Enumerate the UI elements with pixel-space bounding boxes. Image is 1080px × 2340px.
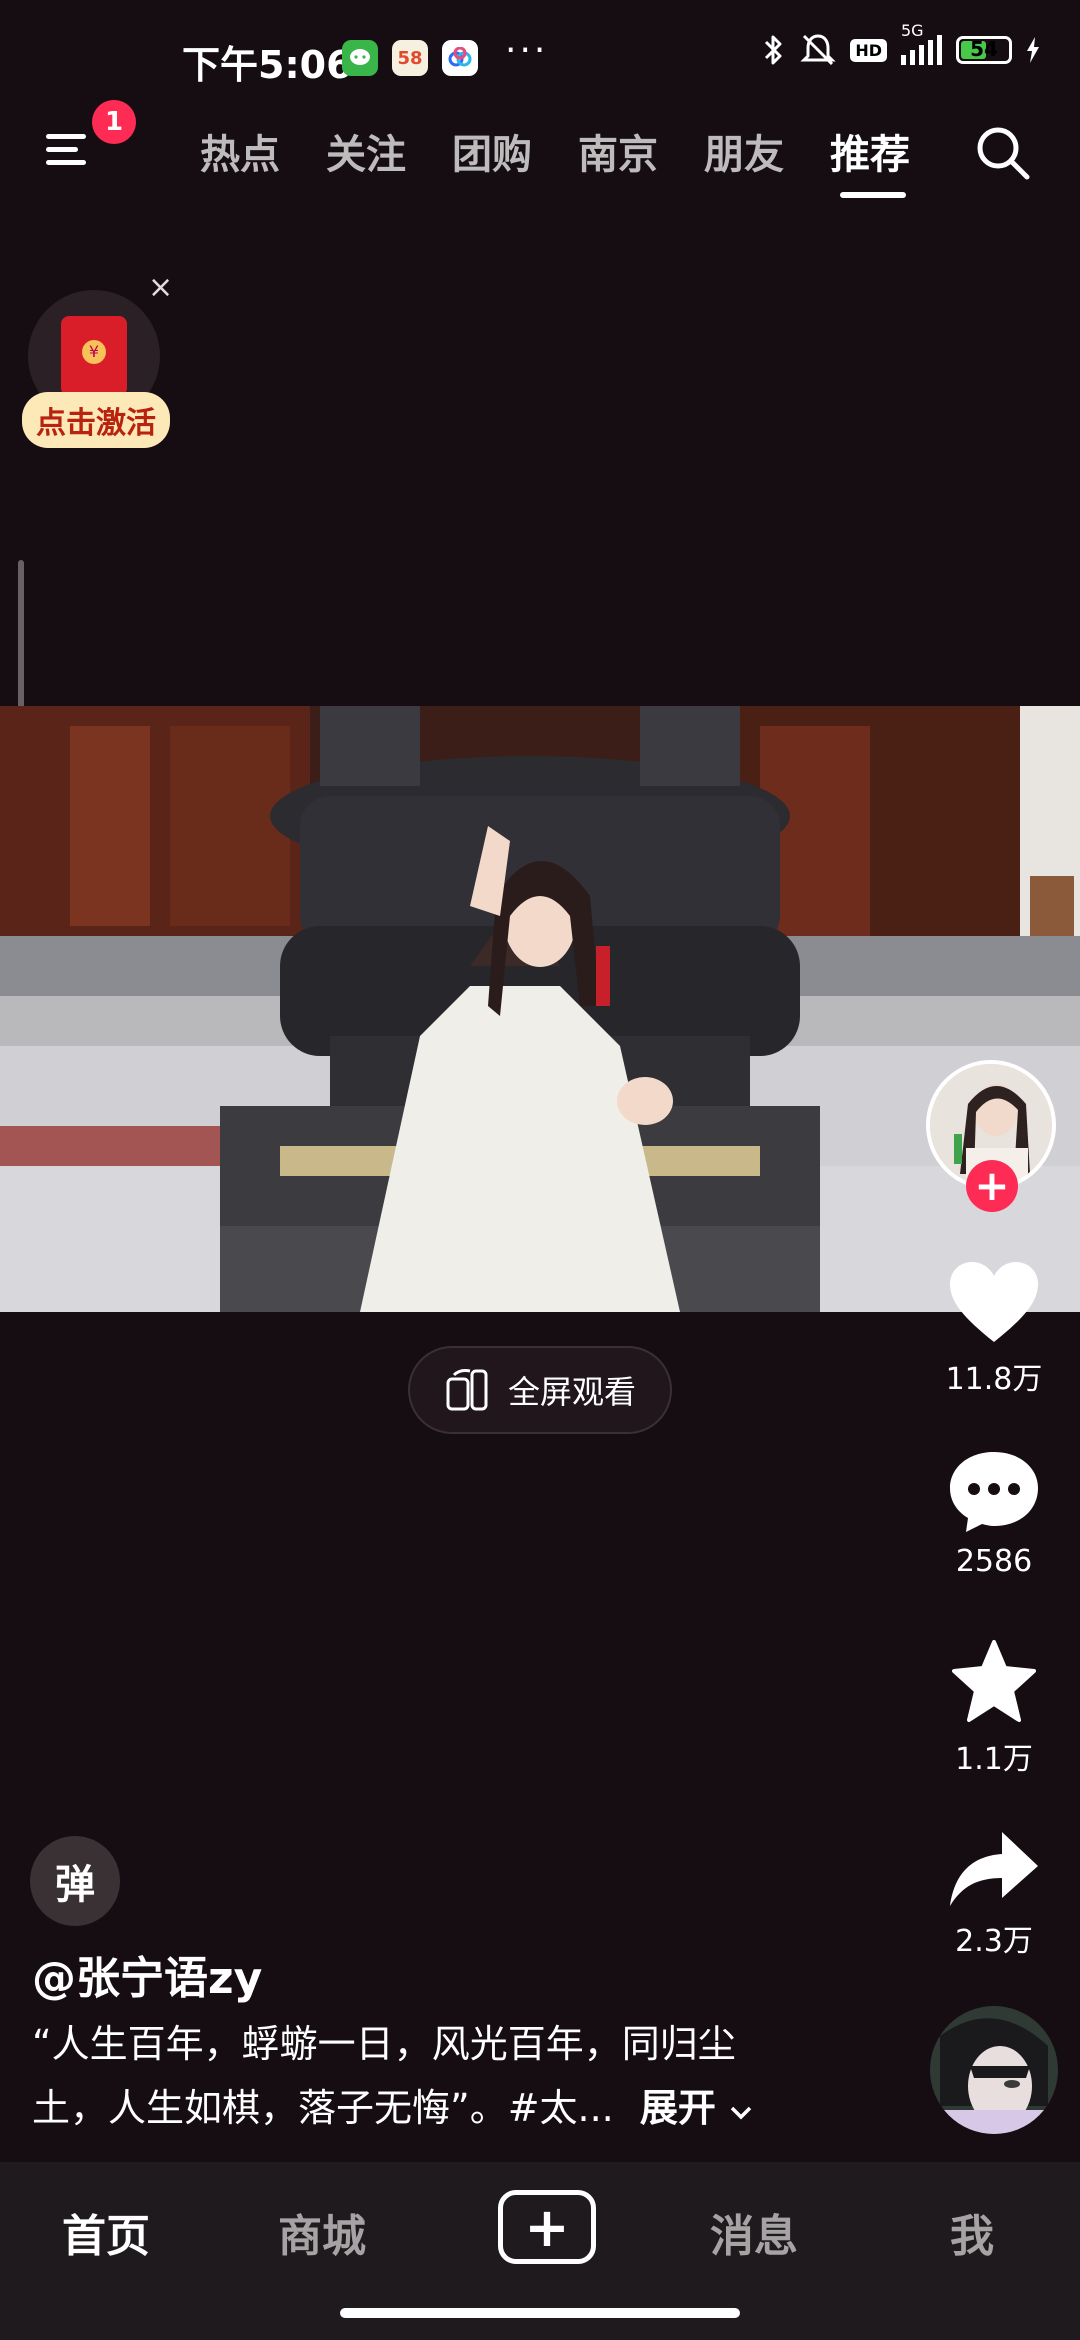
search-icon[interactable]	[972, 122, 1034, 184]
wechat-notification-icon	[342, 40, 378, 76]
hd-voice-badge: HD	[850, 38, 887, 62]
status-bar: 下午5:06 58 ··· HD 5G 54	[0, 0, 1080, 110]
menu-icon[interactable]	[44, 128, 94, 172]
comment-count: 2586	[955, 1544, 1033, 1579]
danmaku-toggle-button[interactable]: 弹	[30, 1836, 120, 1926]
tab-hot[interactable]: 热点	[200, 122, 280, 180]
expand-button[interactable]: 展开	[640, 2086, 753, 2130]
bottom-tab-me[interactable]: 我	[950, 2200, 994, 2264]
tab-following[interactable]: 关注	[326, 122, 406, 180]
battery-level: 54	[970, 37, 998, 61]
video-player[interactable]	[0, 706, 1080, 1312]
baidu-netdisk-notification-icon	[442, 40, 478, 76]
video-frame	[0, 706, 1080, 1312]
signal-indicator: 5G	[901, 21, 942, 65]
coin-icon: ¥	[82, 340, 106, 364]
menu-notification-badge: 1	[92, 100, 136, 144]
comment-icon[interactable]	[944, 1446, 1044, 1536]
charging-icon	[1027, 37, 1039, 63]
tab-nanjing[interactable]: 南京	[578, 122, 658, 180]
home-indicator[interactable]	[340, 2308, 740, 2318]
bluetooth-icon	[765, 35, 782, 65]
like-count: 11.8万	[945, 1362, 1043, 1397]
bottom-tab-messages[interactable]: 消息	[710, 2200, 798, 2264]
chevron-down-icon	[730, 2106, 752, 2120]
battery-icon: 54	[956, 36, 1012, 64]
favorite-star-icon[interactable]	[944, 1638, 1044, 1728]
app-58-notification-icon: 58	[392, 40, 428, 76]
activate-label[interactable]: 点击激活	[22, 392, 170, 448]
tab-friends[interactable]: 朋友	[704, 122, 784, 180]
rotate-screen-icon	[446, 1369, 488, 1411]
fullscreen-button[interactable]: 全屏观看	[408, 1346, 672, 1434]
more-notifications-icon: ···	[505, 30, 549, 71]
active-tab-indicator	[840, 192, 906, 198]
description-line-2-text: 土，人生如棋，落子无悔”。#太...	[32, 2086, 614, 2130]
red-packet-close-button[interactable]: ×	[148, 270, 173, 305]
top-nav	[0, 110, 1080, 210]
bottom-tab-mall[interactable]: 商城	[278, 2200, 366, 2264]
network-type: 5G	[901, 21, 924, 40]
author-name[interactable]: @张宁语zy	[32, 1942, 262, 2006]
expand-label: 展开	[639, 2086, 716, 2130]
scroll-indicator	[18, 560, 24, 720]
music-cover-image	[930, 2006, 1058, 2134]
fullscreen-label: 全屏观看	[507, 1373, 636, 1411]
status-right-group: HD 5G 54	[762, 21, 1040, 68]
music-disc[interactable]	[930, 2006, 1058, 2134]
tab-group-buy[interactable]: 团购	[452, 122, 532, 180]
red-envelope-icon: ¥	[61, 316, 127, 396]
favorite-count: 1.1万	[955, 1742, 1033, 1777]
share-arrow-icon[interactable]	[944, 1826, 1044, 1916]
share-count: 2.3万	[955, 1924, 1033, 1959]
create-post-button[interactable]: +	[498, 2190, 596, 2264]
description-line-2: 土，人生如棋，落子无悔”。#太... 展开	[32, 2076, 832, 2140]
tab-recommended[interactable]: 推荐	[830, 122, 910, 180]
status-time: 下午5:06	[182, 43, 353, 87]
bottom-tab-home[interactable]: 首页	[62, 2200, 150, 2264]
post-description[interactable]: “人生百年，蜉蝣一日，风光百年，同归尘 土，人生如棋，落子无悔”。#太... 展…	[32, 2012, 832, 2140]
follow-button[interactable]: +	[966, 1160, 1018, 1212]
description-line-1: “人生百年，蜉蝣一日，风光百年，同归尘	[32, 2022, 736, 2066]
mute-bell-icon	[800, 34, 836, 66]
like-heart-icon[interactable]	[944, 1258, 1044, 1348]
